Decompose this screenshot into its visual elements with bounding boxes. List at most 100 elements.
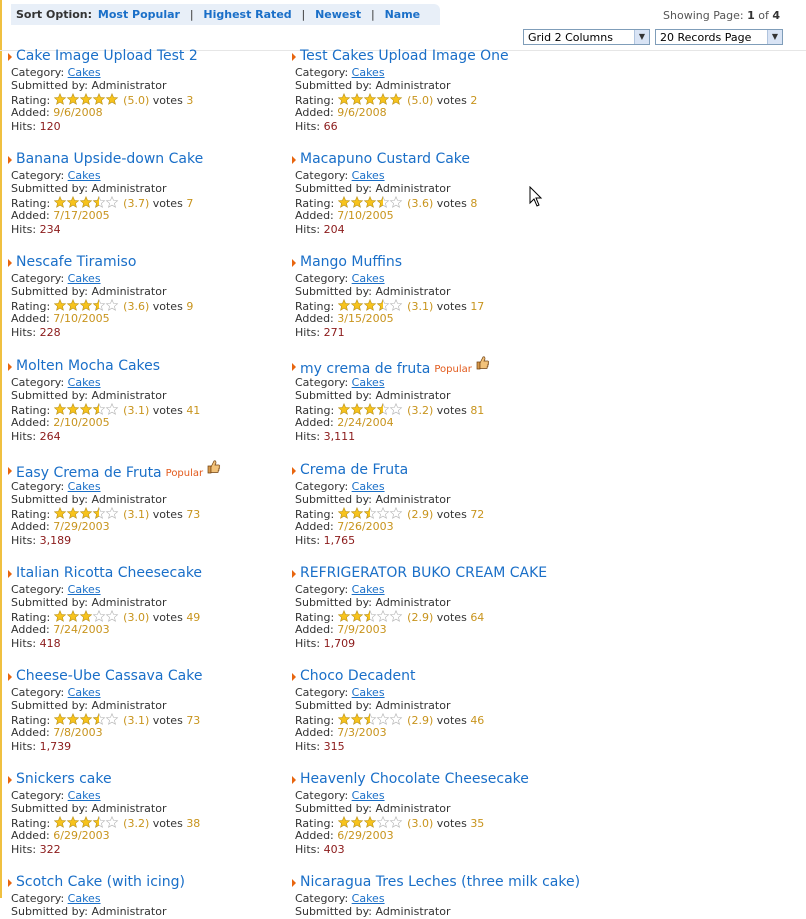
recipe-card: Cake Image Upload Test 2 Category: Cakes S… bbox=[8, 48, 291, 133]
recipe-title-link[interactable]: REFRIGERATOR BUKO CREAM CAKE bbox=[300, 565, 547, 581]
star-rating-icon bbox=[337, 402, 402, 415]
thumbs-up-icon bbox=[476, 356, 489, 370]
hits-count: 1,739 bbox=[39, 739, 72, 753]
recipe-title-link[interactable]: my crema de fruta Popular bbox=[300, 356, 490, 377]
recipe-title-link[interactable]: Crema de Fruta bbox=[300, 462, 408, 478]
votes-count: 3 bbox=[186, 93, 194, 107]
votes-count: 17 bbox=[470, 299, 485, 313]
added-row: Added: 2/24/2004 bbox=[295, 416, 394, 430]
submitter: Administrator bbox=[375, 596, 451, 610]
votes-count: 73 bbox=[186, 713, 201, 727]
recipe-title-link[interactable]: Cake Image Upload Test 2 bbox=[16, 48, 198, 64]
paging-prefix: Showing Page: bbox=[663, 9, 744, 22]
sort-name-link[interactable]: Name bbox=[385, 8, 421, 21]
recipe-title-link[interactable]: Molten Mocha Cakes bbox=[16, 358, 160, 374]
votes-count: 49 bbox=[186, 610, 201, 624]
submitted-row: Submitted by: Administrator bbox=[11, 699, 167, 713]
category-link[interactable]: Cakes bbox=[352, 169, 385, 182]
category-link[interactable]: Cakes bbox=[352, 376, 385, 389]
sort-highest-rated-link[interactable]: Highest Rated bbox=[203, 8, 291, 21]
recipe-title-link[interactable]: Banana Upside-down Cake bbox=[16, 151, 203, 167]
recipe-title-link[interactable]: Cheese-Ube Cassava Cake bbox=[16, 668, 202, 684]
recipe-title-link[interactable]: Choco Decadent bbox=[300, 668, 415, 684]
category-link[interactable]: Cakes bbox=[68, 892, 101, 905]
layout-select[interactable]: Grid 2 Columns ▼ bbox=[523, 29, 650, 45]
recipe-title-link[interactable]: Heavenly Chocolate Cheesecake bbox=[300, 771, 529, 787]
category-link[interactable]: Cakes bbox=[352, 686, 385, 699]
recipe-title-link[interactable]: Macapuno Custard Cake bbox=[300, 151, 470, 167]
recipe-title-link[interactable]: Nescafe Tiramiso bbox=[16, 254, 136, 270]
category-link[interactable]: Cakes bbox=[68, 66, 101, 79]
records-select-value: 20 Records Page bbox=[660, 31, 752, 44]
votes-count: 46 bbox=[470, 713, 485, 727]
recipe-card: Heavenly Chocolate Cheesecake Category: C… bbox=[292, 771, 575, 856]
hits-count: 271 bbox=[323, 325, 345, 339]
star-rating-icon bbox=[337, 609, 402, 622]
hits-count: 204 bbox=[323, 222, 345, 236]
recipe-title-link[interactable]: Nicaragua Tres Leches (three milk cake) bbox=[300, 874, 580, 890]
sort-label: Sort Option: bbox=[16, 8, 93, 21]
recipe-title-link[interactable]: Easy Crema de Fruta Popular bbox=[16, 460, 221, 481]
votes-count: 8 bbox=[470, 196, 478, 210]
category-link[interactable]: Cakes bbox=[68, 480, 101, 493]
category-link[interactable]: Cakes bbox=[68, 583, 101, 596]
recipe-title-link[interactable]: Snickers cake bbox=[16, 771, 112, 787]
chevron-down-icon[interactable]: ▼ bbox=[634, 30, 649, 44]
star-rating-icon bbox=[53, 506, 118, 519]
hits-count: 3,189 bbox=[39, 533, 72, 547]
category-link[interactable]: Cakes bbox=[352, 583, 385, 596]
recipe-card: my crema de fruta Popular Category: Cakes… bbox=[292, 356, 575, 443]
bullet-arrow-icon bbox=[292, 776, 296, 784]
rating-row: Rating: (3.1) votes 41 bbox=[11, 402, 201, 417]
chevron-down-icon[interactable]: ▼ bbox=[767, 30, 782, 44]
hits-row: Hits: 271 bbox=[295, 325, 345, 339]
category-link[interactable]: Cakes bbox=[68, 376, 101, 389]
category-link[interactable]: Cakes bbox=[68, 272, 101, 285]
recipe-card: Scotch Cake (with icing) Category: Cakes S… bbox=[8, 874, 291, 919]
category-row: Category: Cakes bbox=[295, 169, 385, 182]
submitter: Administrator bbox=[375, 699, 451, 713]
category-link[interactable]: Cakes bbox=[68, 789, 101, 802]
hits-row: Hits: 418 bbox=[11, 636, 61, 650]
rating-value: (3.1) bbox=[123, 403, 150, 417]
added-date: 7/8/2003 bbox=[53, 726, 103, 740]
bullet-arrow-icon bbox=[8, 673, 12, 681]
rating-value: (3.2) bbox=[407, 403, 434, 417]
sort-newest-link[interactable]: Newest bbox=[315, 8, 361, 21]
category-row: Category: Cakes bbox=[11, 686, 101, 699]
added-row: Added: 7/24/2003 bbox=[11, 623, 110, 637]
recipe-title-link[interactable]: Scotch Cake (with icing) bbox=[16, 874, 185, 890]
recipe-title-link[interactable]: Mango Muffins bbox=[300, 254, 402, 270]
rating-row: Rating: (3.7) votes 7 bbox=[11, 195, 194, 210]
popular-badge: Popular bbox=[434, 364, 472, 375]
rating-row: Rating: (2.9) votes 72 bbox=[295, 506, 485, 521]
category-link[interactable]: Cakes bbox=[352, 892, 385, 905]
category-link[interactable]: Cakes bbox=[352, 66, 385, 79]
sort-most-popular-link[interactable]: Most Popular bbox=[98, 8, 180, 21]
bullet-arrow-icon bbox=[292, 259, 296, 267]
category-link[interactable]: Cakes bbox=[68, 169, 101, 182]
bullet-arrow-icon bbox=[8, 776, 12, 784]
category-link[interactable]: Cakes bbox=[352, 272, 385, 285]
rating-value: (2.9) bbox=[407, 507, 434, 521]
recipe-title-link[interactable]: Test Cakes Upload Image One bbox=[300, 48, 509, 64]
votes-count: 38 bbox=[186, 816, 201, 830]
added-date: 7/17/2005 bbox=[53, 209, 110, 223]
rating-row: Rating: (5.0) votes 2 bbox=[295, 92, 478, 107]
rating-row: Rating: (3.0) votes 35 bbox=[295, 815, 485, 830]
category-row: Category: Cakes bbox=[11, 583, 101, 596]
submitted-row: Submitted by: Administrator bbox=[11, 905, 167, 919]
category-link[interactable]: Cakes bbox=[352, 789, 385, 802]
star-rating-icon bbox=[53, 815, 118, 828]
records-per-page-select[interactable]: 20 Records Page ▼ bbox=[655, 29, 783, 45]
hits-count: 315 bbox=[323, 739, 345, 753]
recipe-card: Banana Upside-down Cake Category: Cakes Su… bbox=[8, 151, 291, 236]
rating-row: Rating: (2.9) votes 64 bbox=[295, 609, 485, 624]
category-link[interactable]: Cakes bbox=[352, 480, 385, 493]
recipe-card: Easy Crema de Fruta Popular Category: Cak… bbox=[8, 460, 291, 547]
category-link[interactable]: Cakes bbox=[68, 686, 101, 699]
current-page: 1 bbox=[747, 9, 755, 22]
votes-count: 81 bbox=[470, 403, 485, 417]
recipe-title-link[interactable]: Italian Ricotta Cheesecake bbox=[16, 565, 202, 581]
rating-value: (3.6) bbox=[123, 299, 150, 313]
